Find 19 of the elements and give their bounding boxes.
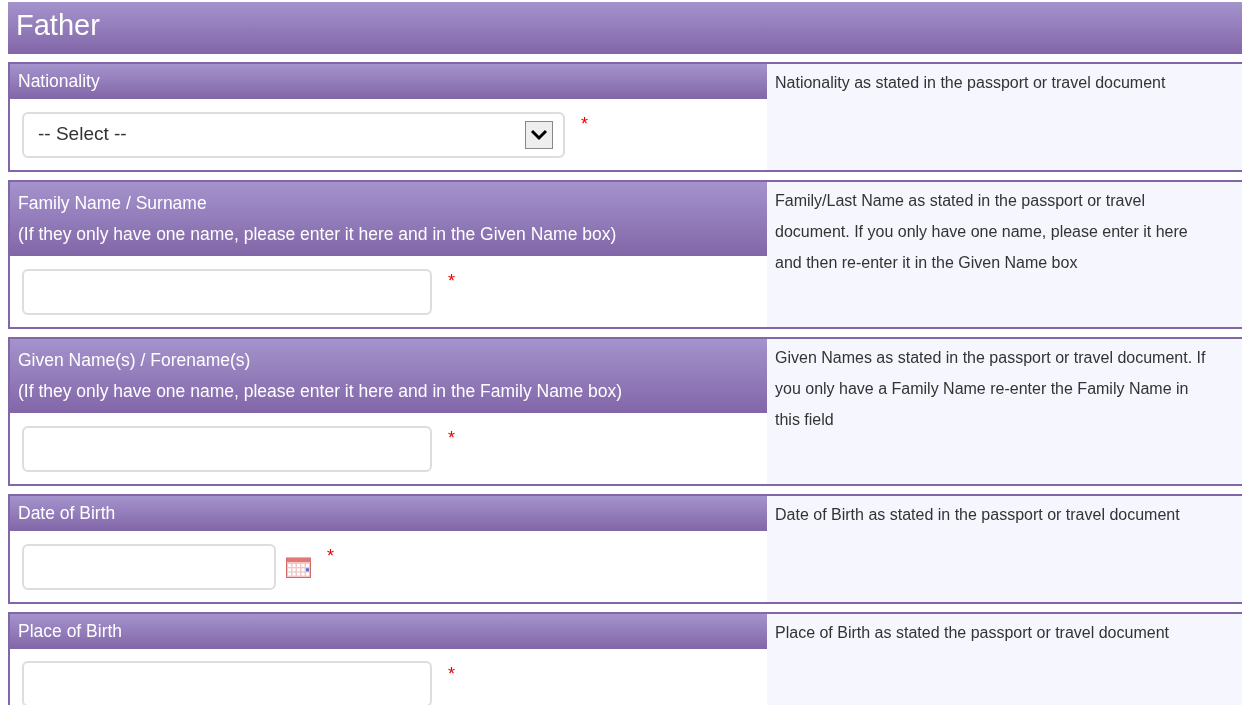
field-label: Date of Birth xyxy=(18,502,117,525)
field-label: Place of Birth xyxy=(18,620,124,643)
required-mark: * xyxy=(448,427,455,450)
help-text: Place of Birth as stated the passport or travel document xyxy=(775,623,1170,643)
help-text: Family/Last Name as stated in the passport or travel document. If you only have one name, please enter it here and then re-enter it in the Given Name box xyxy=(775,191,1189,273)
field-label: Nationality xyxy=(18,70,101,93)
field-label: Given Name(s) / Forename(s) xyxy=(18,349,252,372)
field-note: (If they only have one name, please enter it here and in the Given Name box) xyxy=(18,223,618,246)
help-text: Date of Birth as stated in the passport or travel document xyxy=(775,505,1181,525)
select-field[interactable]: -- Select -- xyxy=(22,111,565,158)
field-note: (If they only have one name, please enter it here and in the Family Name box) xyxy=(18,380,624,403)
section-title: Father xyxy=(8,2,1242,54)
required-mark: * xyxy=(448,663,455,686)
required-mark: * xyxy=(448,270,455,293)
help-text: Given Names as stated in the passport or travel document. If you only have a Family Name re-enter the Family Name in this field xyxy=(775,348,1207,430)
required-mark: * xyxy=(581,113,588,136)
help-text: Nationality as stated in the passport or travel document xyxy=(775,73,1167,93)
required-mark: * xyxy=(327,545,334,568)
field-label: Family Name / Surname xyxy=(18,192,208,215)
